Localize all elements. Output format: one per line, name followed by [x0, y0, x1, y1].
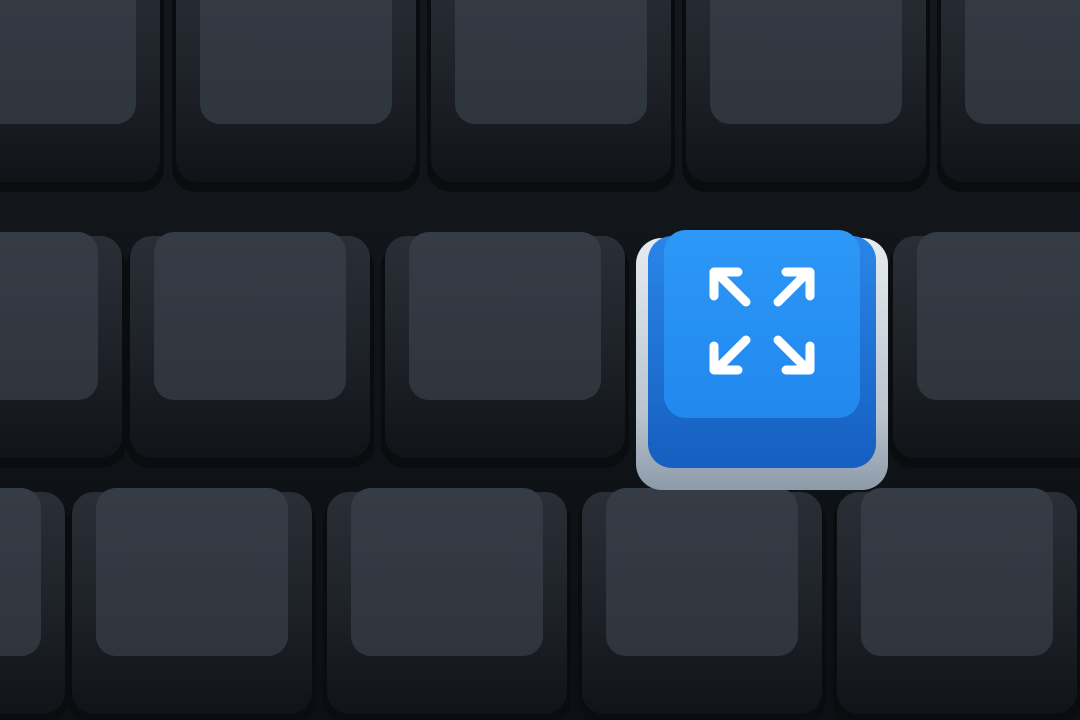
keycap-top	[0, 488, 41, 656]
keycap[interactable]	[427, 0, 675, 192]
keycap-top	[154, 232, 346, 400]
keycap-top	[965, 0, 1080, 124]
keycap[interactable]	[682, 0, 930, 192]
keycap-top	[917, 232, 1080, 400]
keycap-top	[96, 488, 288, 656]
keycap[interactable]	[68, 488, 316, 720]
keycap-top	[409, 232, 601, 400]
keycap-top	[606, 488, 798, 656]
keycap-top	[0, 232, 98, 400]
keycap[interactable]	[381, 232, 629, 468]
keycap-top	[861, 488, 1053, 656]
keycap[interactable]	[0, 232, 126, 468]
keys-layer	[0, 0, 1080, 720]
keycap[interactable]	[126, 232, 374, 468]
keycap[interactable]	[937, 0, 1080, 192]
keycap[interactable]	[0, 0, 164, 192]
keycap-top	[455, 0, 647, 124]
keyboard-scene	[0, 0, 1080, 720]
keycap-top	[710, 0, 902, 124]
keycap[interactable]	[578, 488, 826, 720]
keycap[interactable]	[833, 488, 1080, 720]
keycap-top	[0, 0, 136, 124]
keycap[interactable]	[172, 0, 420, 192]
keycap[interactable]	[0, 488, 69, 720]
keycap[interactable]	[889, 232, 1080, 468]
highlight-key-top	[664, 230, 860, 418]
keyboard-illustration	[0, 0, 1080, 720]
keycap[interactable]	[323, 488, 571, 720]
keycap-top	[351, 488, 543, 656]
keycap-top	[200, 0, 392, 124]
highlighted-key[interactable]	[636, 230, 888, 490]
